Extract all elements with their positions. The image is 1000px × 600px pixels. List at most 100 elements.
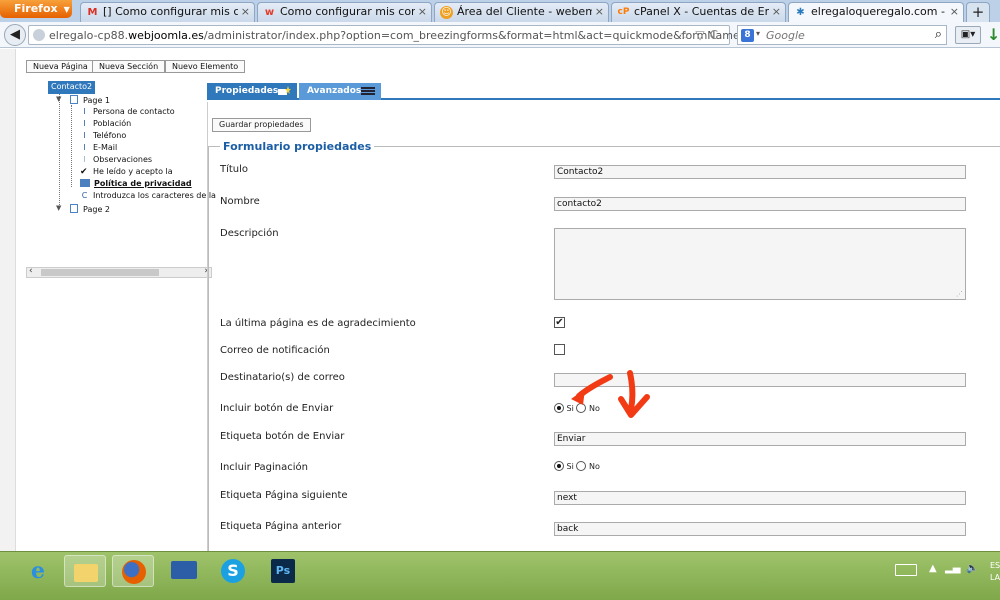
url-bar[interactable]: elregalo-cp88.webjoomla.es/administrator…	[28, 25, 854, 45]
tree-item[interactable]: ⁝ Observaciones	[80, 155, 152, 167]
title-label: Título	[220, 164, 249, 175]
dropdown-icon[interactable]: ▽	[695, 28, 709, 42]
next-page-field[interactable]	[554, 491, 966, 505]
cpanel-icon: cP	[617, 7, 630, 17]
browser-tab[interactable]: w Como configurar mis correos y ... ×	[257, 2, 432, 22]
close-tab-icon[interactable]: ×	[418, 5, 427, 18]
taskbar-firefox[interactable]	[112, 555, 154, 587]
tree-horizontal-scrollbar[interactable]: ‹ ›	[26, 266, 212, 278]
search-bar[interactable]: 8 ▾ ⌕	[737, 25, 947, 45]
include-pagination-label: Incluir Paginación	[220, 462, 309, 473]
taskbar-lenovo[interactable]	[163, 555, 205, 587]
language-code: ES	[990, 561, 1000, 570]
name-field[interactable]	[554, 197, 966, 211]
title-field[interactable]	[554, 165, 966, 179]
tab-advanced[interactable]: Avanzados	[299, 83, 381, 100]
include-pagination-radios: Si No	[554, 461, 600, 471]
close-tab-icon[interactable]: ×	[772, 5, 781, 18]
site-identity-icon[interactable]	[33, 29, 45, 41]
send-label-label: Etiqueta botón de Enviar	[220, 431, 345, 442]
scrollbar-thumb[interactable]	[41, 269, 159, 276]
new-tab-button[interactable]: +	[966, 2, 990, 22]
tree-item-label: Política de privacidad	[94, 179, 192, 188]
download-arrow-icon[interactable]: ↓	[987, 25, 1000, 44]
close-tab-icon[interactable]: ×	[241, 5, 250, 18]
page-icon	[70, 95, 78, 104]
include-send-yes-radio[interactable]	[554, 403, 564, 413]
tree-page-1[interactable]: ▼ Page 1	[56, 95, 110, 107]
pagination-no-radio[interactable]	[576, 461, 587, 471]
last-page-thanks-checkbox[interactable]: ✔	[554, 317, 565, 328]
last-page-thanks-label: La última página es de agradecimiento	[220, 318, 416, 329]
tab-label: elregaloqueregalo.com - Admin...	[811, 5, 947, 18]
name-label: Nombre	[220, 196, 260, 207]
firefox-menu-button[interactable]: Firefox ▼	[0, 0, 72, 18]
radio-no-label: No	[588, 462, 600, 471]
bookmark-star-icon[interactable]: ☆	[680, 28, 696, 42]
tree-item[interactable]: ✔ He leído y acepto la	[80, 167, 173, 179]
browser-tab-strip: Firefox ▼ M [] Como configurar mis correo…	[0, 0, 1000, 22]
browser-tab[interactable]: ☺ Área del Cliente - webempresa.c... ×	[434, 2, 609, 22]
tree-item[interactable]: I Teléfono	[80, 131, 126, 143]
skype-icon: S	[221, 559, 245, 583]
tree-item-label: Teléfono	[93, 131, 127, 140]
keyboard-icon[interactable]	[895, 564, 917, 576]
expand-down-icon[interactable]: ▼	[56, 95, 61, 103]
new-element-button[interactable]: Nuevo Elemento	[165, 60, 246, 73]
tree-connector	[59, 94, 60, 207]
tree-item-label: Observaciones	[93, 155, 153, 164]
joomla-icon: ✱	[796, 7, 805, 18]
back-button[interactable]: ◀	[4, 24, 26, 46]
tab-label: cPanel X - Cuentas de Email	[634, 5, 769, 18]
panel-tabs: Propiedades Avanzados	[207, 83, 1000, 100]
taskbar-file-explorer[interactable]	[64, 555, 106, 587]
volume-icon[interactable]: 🔈	[966, 563, 978, 574]
browser-tab[interactable]: M [] Como configurar mis correos ... ×	[80, 2, 255, 22]
tree-root-form[interactable]: Contacto2	[48, 81, 96, 94]
search-engine-icon[interactable]: 8	[741, 29, 754, 42]
show-hidden-icons-icon[interactable]: ▲	[929, 563, 937, 574]
arrow-left-icon: ◀	[10, 27, 20, 42]
tree-item-label: Introduzca los caracteres de la	[93, 191, 216, 200]
tree-item[interactable]: I Persona de contacto	[80, 107, 174, 119]
new-section-button[interactable]: Nueva Sección	[92, 60, 166, 73]
tab-properties[interactable]: Propiedades	[207, 83, 297, 100]
save-properties-button[interactable]: Guardar propiedades	[212, 118, 311, 132]
tree-item-selected[interactable]: Política de privacidad	[80, 179, 192, 191]
close-tab-icon[interactable]: ×	[950, 5, 959, 18]
chevron-down-icon[interactable]: ▾	[756, 29, 760, 38]
send-label-field[interactable]	[554, 432, 966, 446]
reload-icon[interactable]: C	[710, 28, 723, 42]
description-textarea[interactable]: ⋰	[554, 228, 966, 300]
browser-tab-active[interactable]: ✱ elregaloqueregalo.com - Admin... ×	[788, 2, 964, 22]
prev-page-field[interactable]	[554, 522, 966, 536]
language-layout: LA	[990, 573, 1000, 582]
tree-item-label: He leído y acepto la	[93, 167, 173, 176]
bookmarks-menu-button[interactable]: ▣▾	[955, 26, 981, 44]
tab-label: [] Como configurar mis correos ...	[103, 5, 238, 18]
taskbar-skype[interactable]: S	[212, 555, 254, 587]
resize-grip-icon[interactable]: ⋰	[956, 290, 963, 298]
browser-tab[interactable]: cP cPanel X - Cuentas de Email ×	[611, 2, 786, 22]
taskbar-internet-explorer[interactable]: e	[17, 555, 59, 587]
search-input[interactable]	[766, 28, 926, 42]
tree-item[interactable]: I Población	[80, 119, 131, 131]
url-text: elregalo-cp88.webjoomla.es/administrator…	[49, 29, 854, 42]
notification-checkbox[interactable]	[554, 344, 565, 355]
close-tab-icon[interactable]: ×	[595, 5, 604, 18]
taskbar-photoshop[interactable]: Ps	[262, 555, 304, 587]
pagination-yes-radio[interactable]	[554, 461, 564, 471]
scroll-left-icon[interactable]: ‹	[29, 266, 33, 276]
network-signal-icon[interactable]: ▂▄	[945, 563, 960, 574]
url-host-domain: webjoomla.es	[128, 29, 204, 42]
search-icon[interactable]: ⌕	[935, 27, 942, 42]
text-field-icon: I	[83, 107, 86, 116]
tree-page-2[interactable]: ▼ Page 2	[56, 204, 110, 216]
radio-yes-label: Si	[566, 462, 574, 471]
tree-item[interactable]: I E-Mail	[80, 143, 117, 155]
tree-item[interactable]: C Introduzca los caracteres de la	[80, 191, 216, 203]
tab-label: Avanzados	[307, 86, 362, 96]
input-language-indicator[interactable]: ES LA	[990, 560, 1000, 584]
new-page-button[interactable]: Nueva Página	[26, 60, 95, 73]
expand-down-icon[interactable]: ▼	[56, 204, 61, 212]
